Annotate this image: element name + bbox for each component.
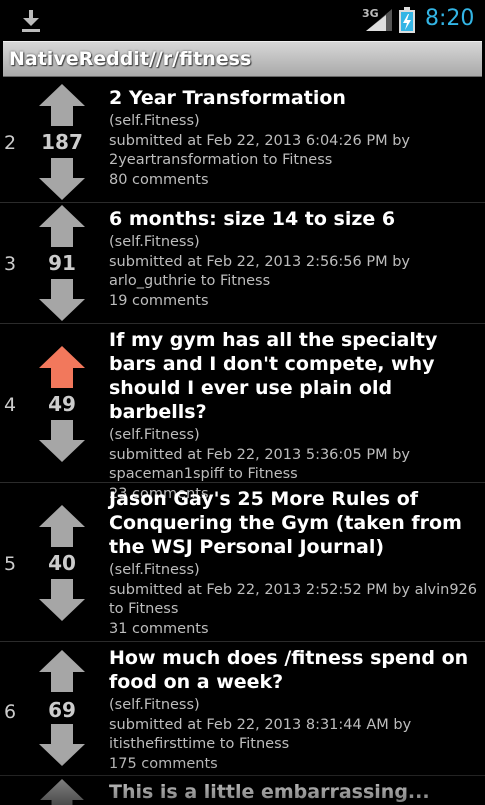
post-meta: submitted at Feb 22, 2013 2:52:52 PM by … bbox=[109, 581, 478, 618]
post-title[interactable]: Jason Gay's 25 More Rules of Conquering … bbox=[109, 487, 479, 559]
status-bar: 3G 8:20 bbox=[0, 0, 485, 40]
vote-column: 40 bbox=[38, 483, 86, 641]
upvote-arrow-icon[interactable] bbox=[39, 505, 85, 547]
post-rank: 3 bbox=[4, 253, 17, 275]
upvote-arrow-icon[interactable] bbox=[39, 84, 85, 126]
post-rank: 4 bbox=[4, 394, 17, 416]
post-rank: 2 bbox=[4, 132, 17, 154]
downvote-arrow-icon[interactable] bbox=[39, 579, 85, 621]
post-domain: (self.Fitness) bbox=[109, 697, 200, 713]
post-content: How much does /fitness spend on food on … bbox=[109, 646, 479, 774]
vote-column: 187 bbox=[38, 82, 86, 202]
post-score: 49 bbox=[48, 392, 76, 416]
post-list: 2 187 2 Year Transformation (self.Fitnes… bbox=[0, 82, 485, 776]
post-content: 2 Year Transformation (self.Fitness) sub… bbox=[109, 86, 479, 190]
battery-charging-icon bbox=[399, 7, 415, 33]
post-item-partial[interactable]: This is a little embarrassing... bbox=[0, 775, 485, 805]
page-title: NativeReddit//r/fitness bbox=[9, 48, 252, 70]
post-score: 40 bbox=[48, 551, 76, 575]
post-meta: submitted at Feb 22, 2013 6:04:26 PM by … bbox=[109, 132, 411, 169]
upvote-arrow-icon[interactable] bbox=[39, 346, 85, 388]
post-rank: 6 bbox=[4, 701, 17, 723]
post-domain: (self.Fitness) bbox=[109, 234, 200, 250]
post-content: If my gym has all the specialty bars and… bbox=[109, 328, 479, 504]
post-meta: submitted at Feb 22, 2013 2:56:56 PM by … bbox=[109, 253, 411, 290]
post-score: 91 bbox=[48, 251, 76, 275]
post-comments-link[interactable]: 175 comments bbox=[109, 755, 479, 775]
post-comments-link[interactable]: 31 comments bbox=[109, 620, 479, 640]
post-title[interactable]: 6 months: size 14 to size 6 bbox=[109, 207, 479, 231]
downvote-arrow-icon[interactable] bbox=[39, 279, 85, 321]
download-icon bbox=[22, 10, 40, 32]
downvote-arrow-icon[interactable] bbox=[39, 724, 85, 766]
post-comments-link[interactable]: 80 comments bbox=[109, 171, 479, 191]
post-domain: (self.Fitness) bbox=[109, 113, 200, 129]
post-meta: submitted at Feb 22, 2013 8:31:44 AM by … bbox=[109, 716, 412, 753]
downvote-arrow-icon[interactable] bbox=[39, 158, 85, 200]
upvote-arrow-icon[interactable] bbox=[39, 650, 85, 692]
post-score: 187 bbox=[41, 130, 83, 154]
vote-column: 69 bbox=[38, 642, 86, 775]
post-content: Jason Gay's 25 More Rules of Conquering … bbox=[109, 487, 479, 639]
post-comments-link[interactable]: 19 comments bbox=[109, 292, 479, 312]
vote-column: 49 bbox=[38, 324, 86, 482]
post-domain: (self.Fitness) bbox=[109, 562, 200, 578]
post-item[interactable]: 4 49 If my gym has all the specialty bar… bbox=[0, 324, 485, 502]
signal-icon bbox=[366, 9, 392, 31]
post-meta: submitted at Feb 22, 2013 5:36:05 PM by … bbox=[109, 446, 411, 483]
post-title[interactable]: 2 Year Transformation bbox=[109, 86, 479, 110]
upvote-arrow-icon[interactable] bbox=[39, 205, 85, 247]
post-title[interactable]: How much does /fitness spend on food on … bbox=[109, 646, 479, 694]
post-item[interactable]: 3 91 6 months: size 14 to size 6 (self.F… bbox=[0, 203, 485, 324]
post-item[interactable]: 5 40 Jason Gay's 25 More Rules of Conque… bbox=[0, 483, 485, 642]
post-item[interactable]: 6 69 How much does /fitness spend on foo… bbox=[0, 642, 485, 776]
vote-column: 91 bbox=[38, 203, 86, 323]
downvote-arrow-icon[interactable] bbox=[39, 420, 85, 462]
post-domain: (self.Fitness) bbox=[109, 427, 200, 443]
post-title[interactable]: If my gym has all the specialty bars and… bbox=[109, 328, 479, 424]
clock: 8:20 bbox=[425, 6, 475, 31]
post-content: 6 months: size 14 to size 6 (self.Fitnes… bbox=[109, 207, 479, 311]
post-title[interactable]: This is a little embarrassing... bbox=[109, 781, 430, 803]
post-score: 69 bbox=[48, 698, 76, 722]
post-rank: 5 bbox=[4, 553, 17, 575]
action-bar: NativeReddit//r/fitness bbox=[3, 41, 482, 77]
post-item[interactable]: 2 187 2 Year Transformation (self.Fitnes… bbox=[0, 82, 485, 203]
upvote-arrow-icon[interactable] bbox=[39, 779, 85, 805]
